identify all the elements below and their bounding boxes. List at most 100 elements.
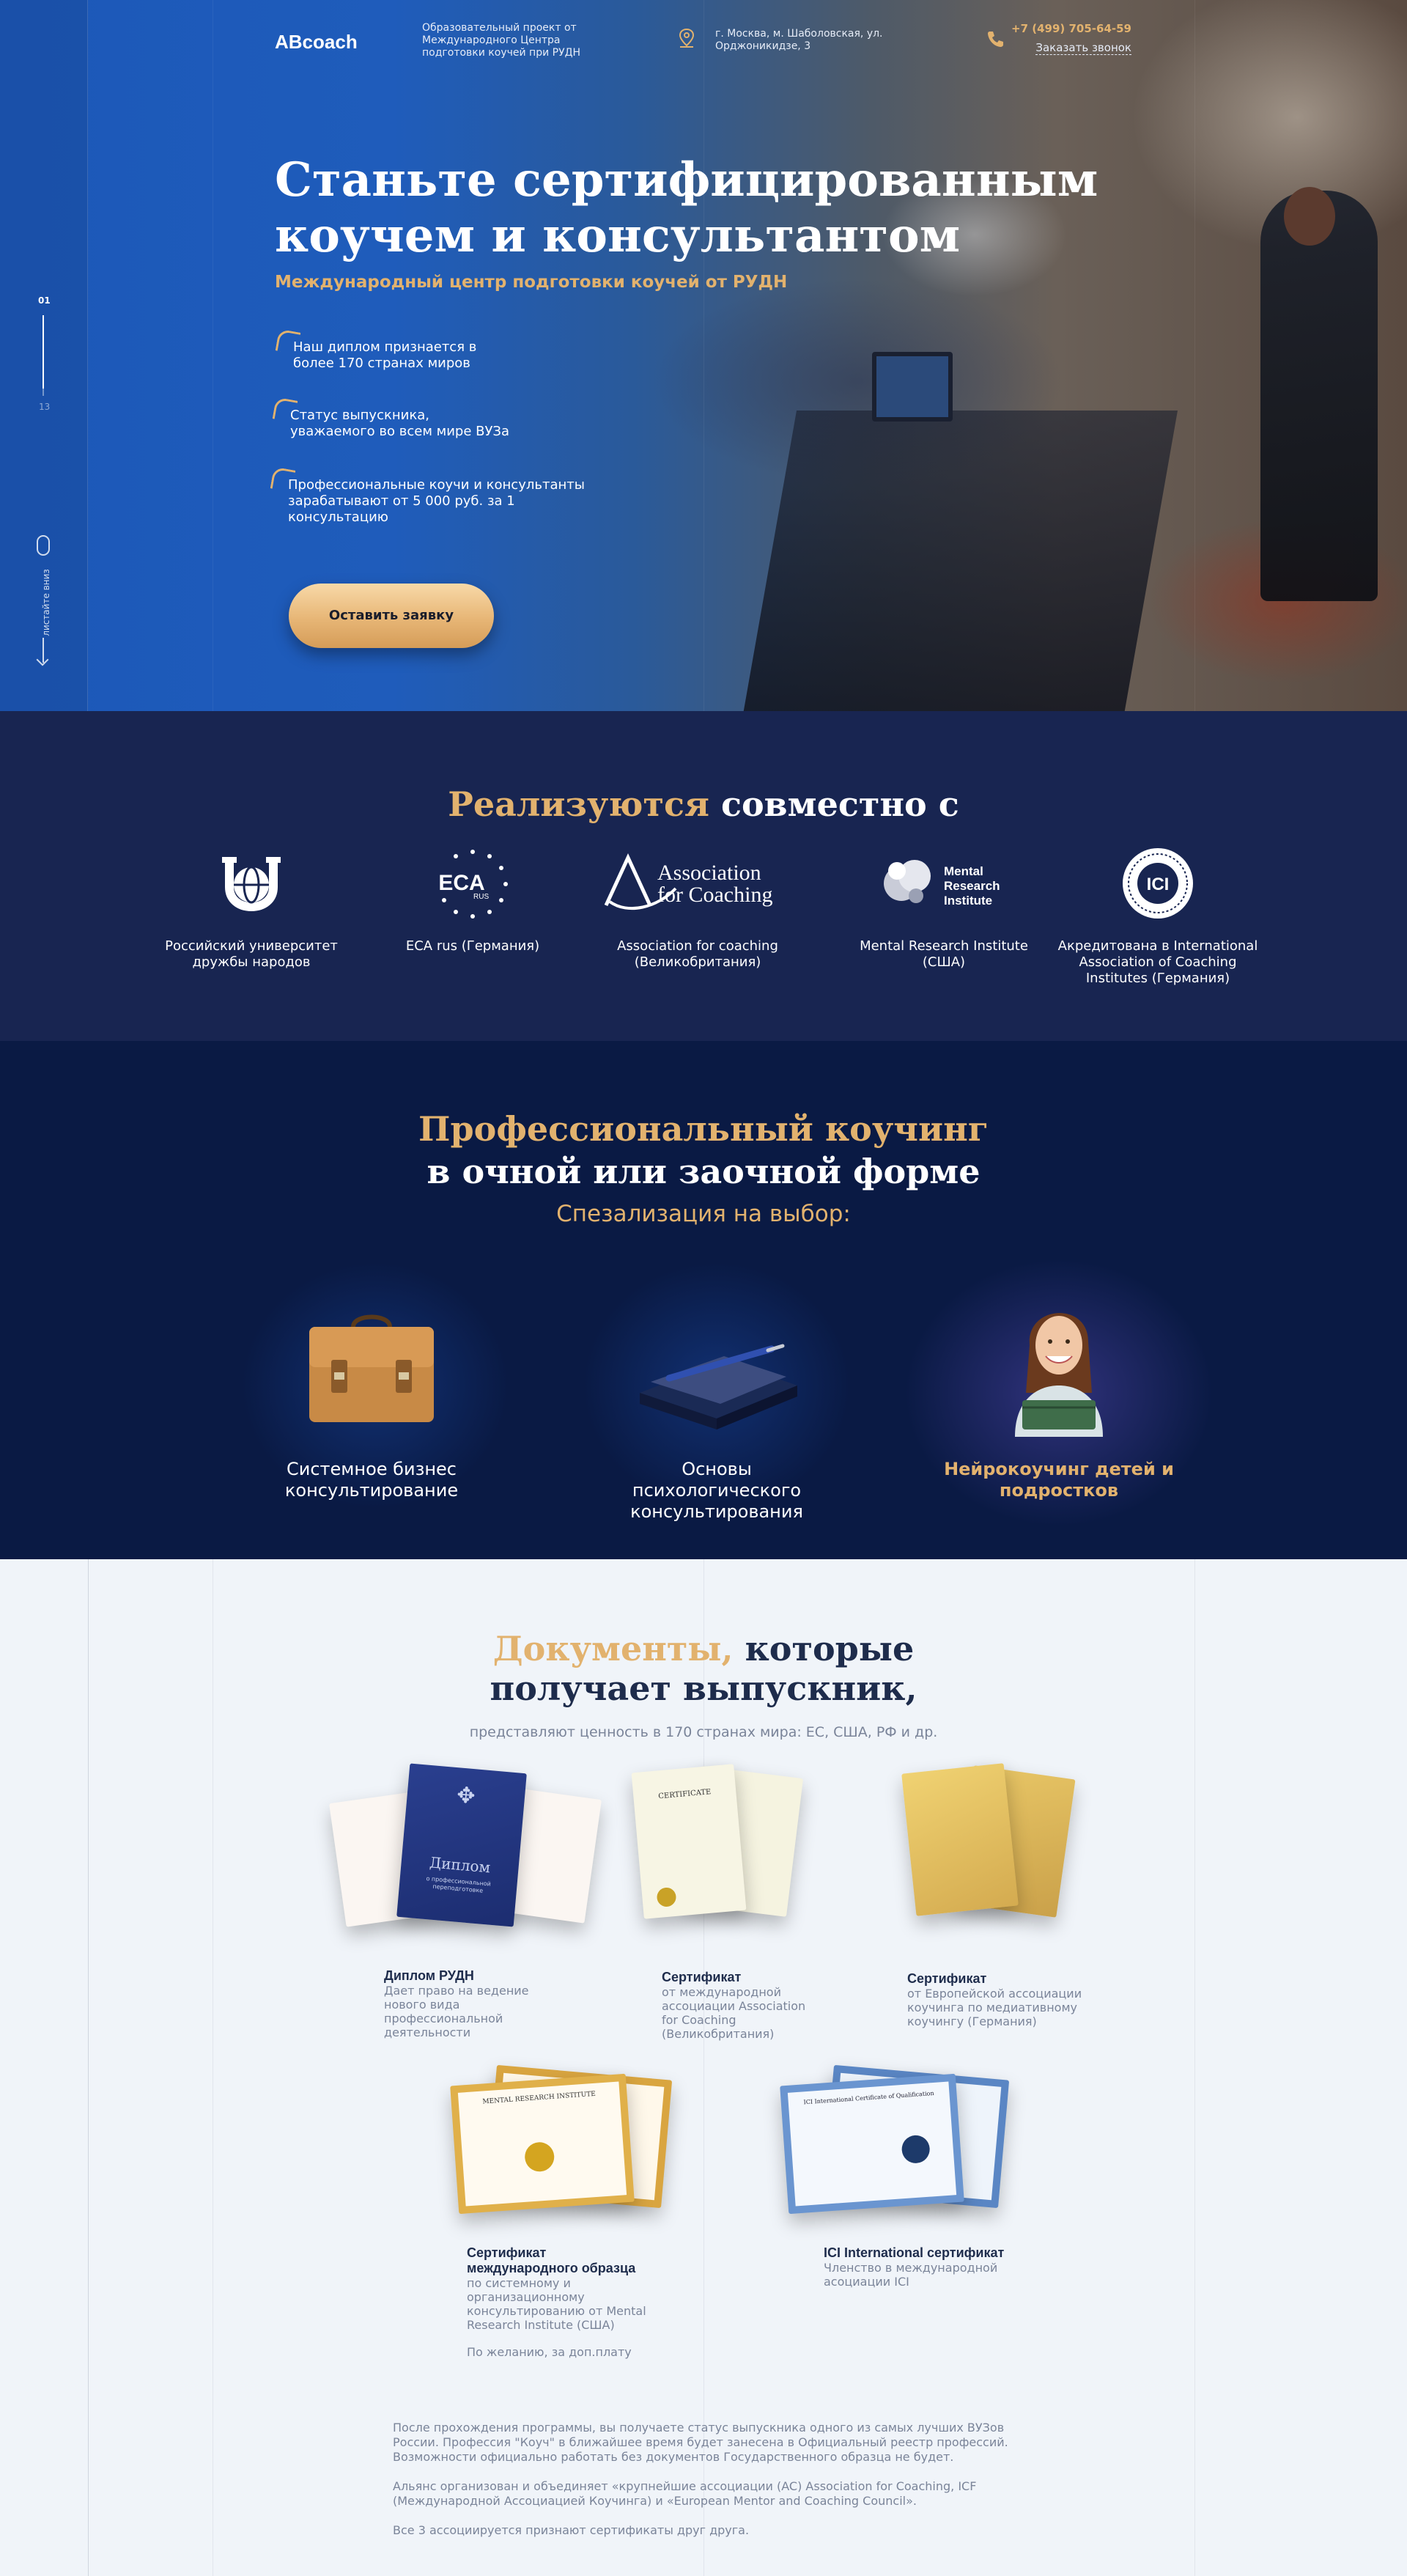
- seal-icon: [901, 2134, 931, 2165]
- ici-certificate-image: ICI International Certificate of Qualifi…: [769, 2058, 1019, 2234]
- svg-text:Mental: Mental: [944, 864, 983, 878]
- submit-request-button[interactable]: Оставить заявку: [289, 584, 494, 648]
- bullet-arc-icon: [275, 328, 301, 355]
- hero-photo-desk: [742, 411, 1178, 711]
- partners-section: Реализуются совместно с Российский униве…: [0, 711, 1407, 1041]
- mouse-scroll-icon: [37, 535, 50, 556]
- hero-bullet-text: Наш диплом признается в более 170 страна…: [293, 339, 477, 371]
- certificate-sheet: MENTAL RESEARCH INSTITUTE: [450, 2073, 635, 2215]
- partner-name: Mental Research Institute (США): [860, 938, 1028, 970]
- hero-bullet: Профессиональные коучи и консультанты за…: [270, 466, 618, 526]
- documents-title: Документы, которые получает выпускник,: [0, 1629, 1407, 1708]
- phone-number[interactable]: +7 (499) 705-64-59: [1011, 22, 1131, 35]
- association-for-coaching-logo-icon: Association for Coaching: [595, 843, 800, 924]
- svg-text:Association: Association: [657, 861, 761, 885]
- certificate-heading: ICI International Certificate of Qualifi…: [803, 2089, 934, 2106]
- diploma-caption: Диплом РУДН Дает право на ведение нового…: [384, 1968, 545, 2039]
- partner-eca[interactable]: ECA RUS ECA rus (Германия): [370, 843, 575, 954]
- map-pin-icon: [679, 28, 695, 48]
- partner-ici[interactable]: ICI Акредитована в International Associa…: [1055, 843, 1260, 987]
- mri-certificate-caption: Сертификат международного образца по сис…: [467, 2245, 657, 2359]
- eca-logo-text: ECA: [438, 871, 484, 895]
- doc-title: Сертификат международного образца: [467, 2245, 636, 2275]
- mri-certificate-image: MENTAL RESEARCH INSTITUTE: [440, 2058, 689, 2234]
- certificate-sheet: CERTIFICATE: [631, 1764, 747, 1919]
- partner-association-for-coaching[interactable]: Association for Coaching Association for…: [595, 843, 800, 971]
- hero-title: Станьте сертифицированным коучем и консу…: [275, 152, 1154, 264]
- coaching-title: Профессиональный коучинг в очной или зао…: [0, 1109, 1407, 1191]
- diploma-emblem-icon: ✥: [455, 1782, 476, 1810]
- brand-logo[interactable]: ABcoach: [275, 31, 358, 54]
- address: г. Москва, м. Шаболовская, ул. Орджоники…: [715, 28, 883, 52]
- documents-footer-p1: После прохождения программы, вы получает…: [393, 2421, 1008, 2464]
- certificate-sheet: ICI International Certificate of Qualifi…: [780, 2073, 964, 2215]
- spec-card-neurocoaching[interactable]: Нейрокоучинг детей и подростков: [942, 1290, 1176, 1501]
- doc-desc: по системному и организационному консуль…: [467, 2276, 646, 2332]
- eca-logo-icon: ECA RUS: [370, 843, 575, 924]
- doc-note: По желанию, за доп.плату: [467, 2345, 632, 2359]
- slide-total-number: 13: [39, 402, 51, 412]
- hero-photo-monitor: [872, 352, 953, 422]
- coaching-subtitle: Спезализация на выбор:: [556, 1201, 851, 1227]
- documents-title-dark-2: получает выпускник,: [490, 1668, 917, 1708]
- gold-seal-icon: [523, 2141, 555, 2173]
- svg-text:Institute: Institute: [944, 894, 992, 908]
- slide-progress-fill: [43, 315, 44, 389]
- documents-footer-p3: Все 3 ассоциируется признают сертификаты…: [393, 2523, 750, 2537]
- scroll-hint: листайте вниз: [40, 569, 51, 636]
- spec-card-business[interactable]: Системное бизнес консультирование: [254, 1290, 489, 1501]
- arrow-down-icon[interactable]: [43, 638, 44, 663]
- hero-bullet: Статус выпускника, уважаемого во всем ми…: [272, 397, 510, 440]
- documents-title-gold: Документы,: [492, 1629, 734, 1668]
- hero-subtitle: Международный центр подготовки коучей от…: [275, 273, 788, 292]
- documents-footer-p2: Альянс организован и объединяет «крупней…: [393, 2479, 977, 2508]
- partner-name: Association for coaching (Великобритания…: [617, 938, 778, 970]
- ici-certificate-caption: ICI International сертификат Членство в …: [824, 2245, 1014, 2289]
- doc-title: Диплом РУДН: [384, 1968, 474, 1983]
- hero-bullet: Наш диплом признается в более 170 страна…: [275, 328, 513, 372]
- hero-bullet-text: Статус выпускника, уважаемого во всем ми…: [290, 408, 510, 439]
- certificate-heading: MENTAL RESEARCH INSTITUTE: [482, 2090, 597, 2106]
- svg-text:Research: Research: [944, 879, 1000, 893]
- diploma-cover-sub: о профессиональной переподготовке: [426, 1874, 492, 1894]
- brand-description: Образовательный проект от Международного…: [422, 22, 581, 59]
- hero-bullet-text: Профессиональные коучи и консультанты за…: [288, 477, 585, 525]
- diploma-cover: ✥ Диплом о профессиональной переподготов…: [396, 1763, 527, 1927]
- diploma-image: ✥ Диплом о профессиональной переподготов…: [322, 1750, 602, 1940]
- ac-certificate-image: CERTIFICATE: [623, 1761, 828, 1937]
- european-certificate-caption: Сертификат от Европейской ассоциации коу…: [907, 1971, 1098, 2028]
- doc-title: Сертификат: [907, 1971, 987, 1986]
- hero-section: ABcoach Образовательный проект от Междун…: [0, 0, 1407, 711]
- certificate-heading: CERTIFICATE: [657, 1788, 712, 1801]
- coaching-title-line2: в очной или заочной форме: [426, 1152, 981, 1191]
- spec-label: Нейрокоучинг детей и подростков: [944, 1459, 1174, 1501]
- partner-rudn[interactable]: Российский университет дружбы народов: [149, 843, 354, 971]
- partner-name: ECA rus (Германия): [405, 938, 540, 954]
- ici-logo-text: ICI: [1147, 875, 1170, 894]
- eca-logo-sub: RUS: [473, 893, 489, 901]
- doc-title: Сертификат: [662, 1970, 742, 1984]
- callback-link[interactable]: Заказать звонок: [1035, 41, 1131, 55]
- documents-section: Документы, которые получает выпускник, п…: [0, 1559, 1407, 2576]
- documents-subtitle: представляют ценность в 170 странах мира…: [469, 1724, 938, 1740]
- hero-title-line1: Станьте сертифицированным: [275, 152, 1098, 207]
- notebook-pen-icon: [599, 1290, 834, 1444]
- student-girl-icon: [942, 1290, 1176, 1444]
- mental-research-institute-logo-icon: Mental Research Institute: [841, 843, 1046, 924]
- partner-name: Акредитована в International Association…: [1057, 938, 1258, 986]
- documents-title-dark-1: которые: [745, 1629, 915, 1668]
- bullet-arc-icon: [270, 466, 296, 493]
- doc-desc: от международной ассоциации Association …: [662, 1985, 806, 2041]
- spec-card-psychology[interactable]: Основы психологического консультирования: [599, 1290, 834, 1523]
- hero-photo-speaker: [1260, 191, 1378, 601]
- certificate-sheet: [901, 1763, 1019, 1916]
- partners-title: Реализуются совместно с: [0, 784, 1407, 824]
- partner-mental-research-institute[interactable]: Mental Research Institute Mental Researc…: [841, 843, 1046, 971]
- doc-desc: от Европейской ассоциации коучинга по ме…: [907, 1987, 1082, 2028]
- spec-label: Системное бизнес консультирование: [284, 1459, 459, 1501]
- partner-name: Российский университет дружбы народов: [165, 938, 338, 970]
- doc-desc: Дает право на ведение нового вида профес…: [384, 1984, 529, 2039]
- doc-desc: Членство в международной асоциации ICI: [824, 2261, 998, 2289]
- coaching-title-line1: Профессиональный коучинг: [418, 1109, 989, 1149]
- hero-title-line2: коучем и консультантом: [275, 208, 961, 263]
